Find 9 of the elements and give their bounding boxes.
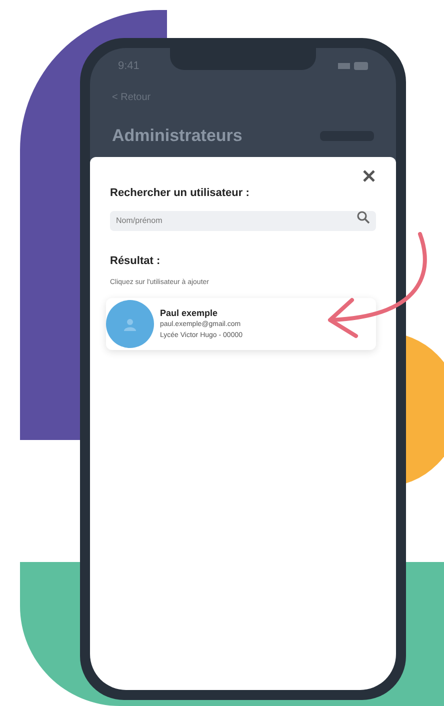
search-icon[interactable]	[356, 210, 370, 224]
search-field[interactable]: Nom/prénom	[110, 210, 376, 230]
close-icon[interactable]	[362, 168, 376, 182]
battery-icon	[338, 61, 368, 71]
search-label: Rechercher un utilisateur :	[110, 186, 250, 200]
user-icon	[123, 317, 137, 331]
user-name: Paul exemple	[160, 306, 219, 320]
results-title: Résultat :	[110, 254, 162, 269]
page-title: Administrateurs	[112, 125, 242, 147]
